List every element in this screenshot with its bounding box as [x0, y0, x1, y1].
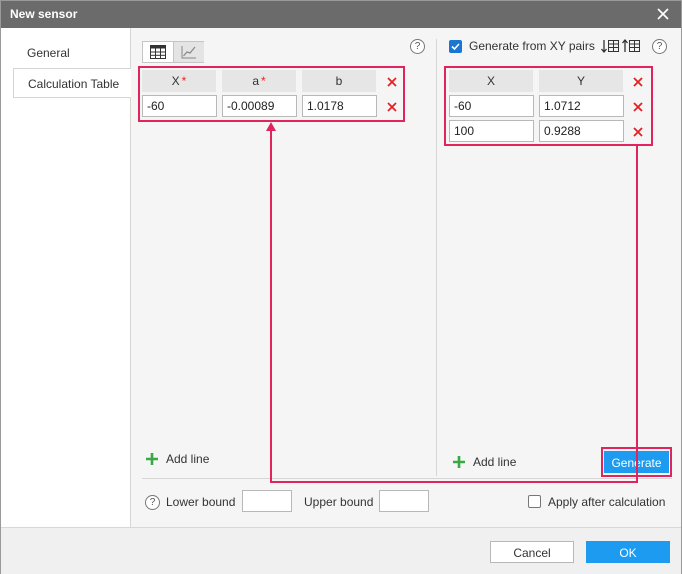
annotation-arrow [266, 122, 638, 483]
